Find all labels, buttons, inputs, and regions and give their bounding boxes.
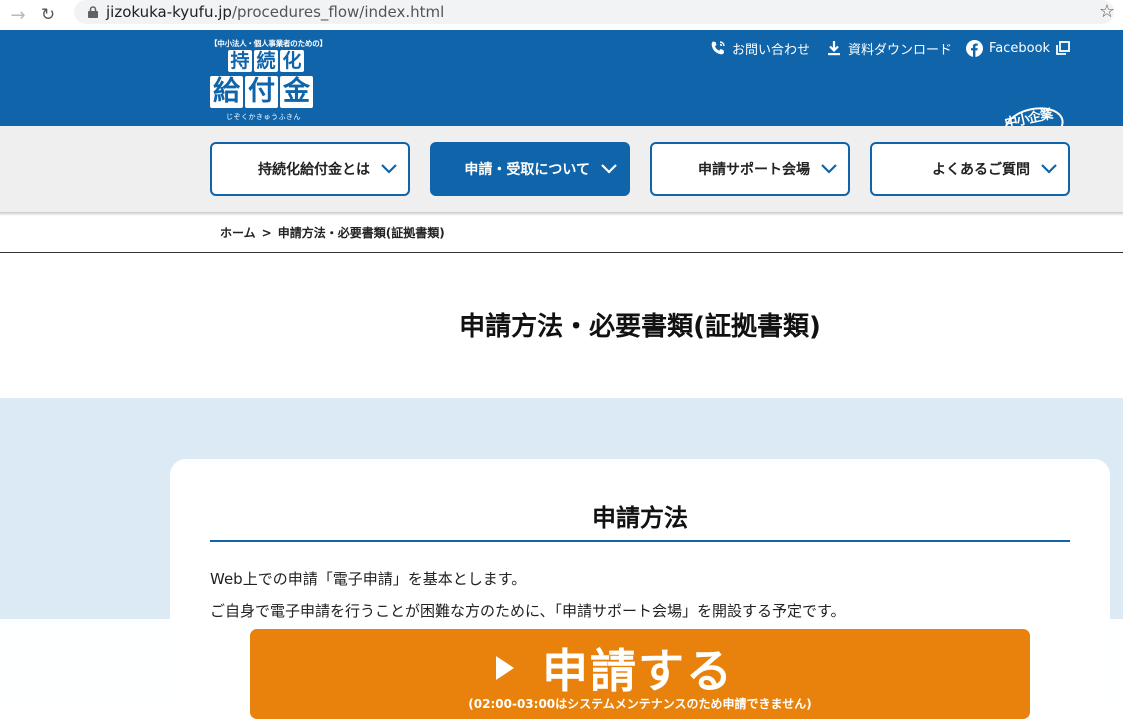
forward-arrow-icon[interactable]: → <box>6 3 30 27</box>
site-header: 【中小法人・個人事業者のための】 持 続 化 給 付 金 じぞくかきゅうふきん … <box>0 30 1123 150</box>
logo-tagline: 【中小法人・個人事業者のための】 <box>210 39 327 48</box>
section-paragraph: Web上での申請「電子申請」を基本とします。 <box>210 570 527 588</box>
chevron-down-icon <box>821 164 837 174</box>
logo-char: 続 <box>254 50 278 72</box>
breadcrumb-divider <box>0 252 1123 253</box>
logo-char: 付 <box>245 76 278 108</box>
download-link[interactable]: 資料ダウンロード <box>826 40 953 58</box>
apply-button-label: 申請する <box>542 644 734 698</box>
nav-support-venue[interactable]: 申請サポート会場 <box>650 142 850 196</box>
reload-icon[interactable]: ↻ <box>36 3 60 27</box>
chevron-down-icon <box>601 164 617 174</box>
browser-toolbar: → ↻ jizokuka-kyufu.jp/procedures_flow/in… <box>0 0 1123 30</box>
url-host: jizokuka-kyufu.jp <box>106 3 232 21</box>
bookmark-star-icon[interactable]: ☆ <box>1099 1 1115 22</box>
logo-row-2: 給 付 金 <box>210 76 313 108</box>
chevron-down-icon <box>381 164 397 174</box>
apply-button-note: (02:00-03:00はシステムメンテナンスのため申請できません) <box>468 697 812 711</box>
download-label: 資料ダウンロード <box>848 42 953 58</box>
logo-kana: じぞくかきゅうふきん <box>226 113 301 121</box>
nav-label: 持続化給付金とは <box>258 162 370 178</box>
url-text: jizokuka-kyufu.jp/procedures_flow/index.… <box>106 3 444 21</box>
section-divider <box>210 540 1070 542</box>
section-paragraph: ご自身で電子申請を行うことが困難な方のために、「申請サポート会場」を開設する予定… <box>210 602 846 620</box>
nav-faq[interactable]: よくあるご質問 <box>870 142 1070 196</box>
logo-row-1: 持 続 化 <box>228 50 304 72</box>
breadcrumb: ホーム > 申請方法・必要書類(証拠書類) <box>220 224 445 241</box>
play-triangle-icon <box>496 656 514 680</box>
logo-char: 給 <box>210 76 243 108</box>
apply-button[interactable]: 申請する (02:00-03:00はシステムメンテナンスのため申請できません) <box>250 629 1030 719</box>
download-icon <box>828 41 840 56</box>
contact-link[interactable]: お問い合わせ <box>710 40 811 58</box>
section-title: 申請方法 <box>592 504 688 532</box>
nav-shadow <box>0 212 1123 216</box>
facebook-icon <box>966 39 983 57</box>
logo-char: 化 <box>280 50 304 72</box>
nav-application[interactable]: 申請・受取について <box>430 142 630 196</box>
address-bar[interactable]: jizokuka-kyufu.jp/procedures_flow/index.… <box>74 0 1114 24</box>
nav-label: 申請サポート会場 <box>698 162 810 178</box>
facebook-link[interactable]: Facebook <box>966 39 1070 57</box>
phone-icon <box>711 41 725 55</box>
nav-label: 申請・受取について <box>464 162 590 178</box>
nav-label: よくあるご質問 <box>932 162 1030 178</box>
logo-char: 金 <box>280 76 313 108</box>
contact-label: お問い合わせ <box>732 42 811 58</box>
site-logo[interactable]: 【中小法人・個人事業者のための】 持 続 化 給 付 金 じぞくかきゅうふきん <box>210 36 327 121</box>
breadcrumb-separator: > <box>261 226 272 240</box>
external-link-icon <box>1056 41 1070 55</box>
logo-char: 持 <box>228 50 252 72</box>
url-path: /procedures_flow/index.html <box>231 3 445 21</box>
lock-icon <box>86 5 100 19</box>
facebook-label: Facebook <box>989 40 1051 56</box>
breadcrumb-current: 申請方法・必要書類(証拠書類) <box>277 226 445 240</box>
page-title: 申請方法・必要書類(証拠書類) <box>459 312 821 342</box>
nav-about[interactable]: 持続化給付金とは <box>210 142 410 196</box>
chevron-down-icon <box>1041 164 1057 174</box>
global-nav: 持続化給付金とは 申請・受取について 申請サポート会場 よくあるご質問 <box>0 126 1123 212</box>
breadcrumb-home[interactable]: ホーム <box>220 226 256 240</box>
